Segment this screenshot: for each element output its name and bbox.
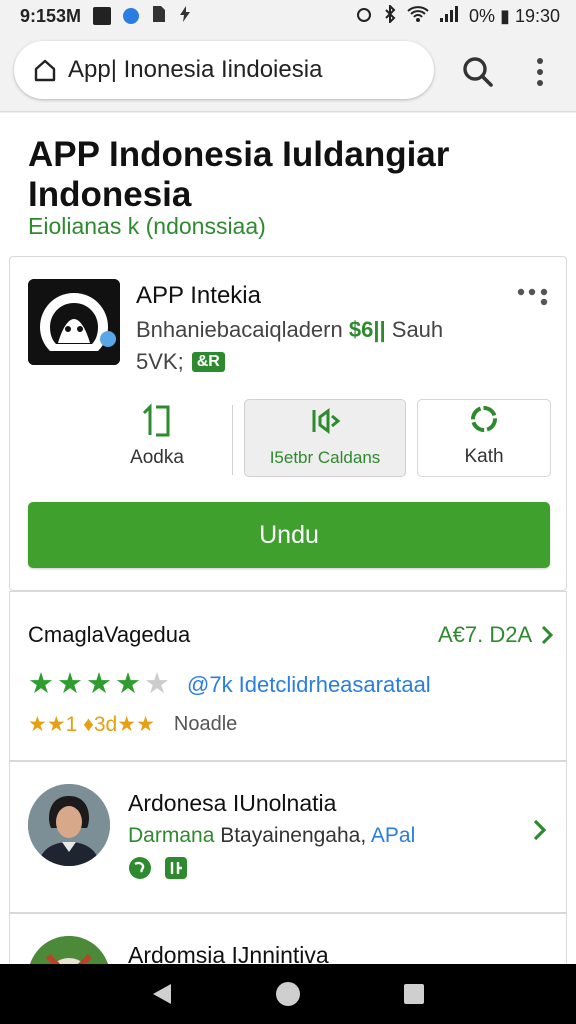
secondary-stars: ★★1 ♦3d★★ <box>28 713 155 736</box>
action-open[interactable]: Aodka <box>110 399 204 477</box>
url-text[interactable]: App| Inonesia Iindoiesia <box>68 56 322 84</box>
developer-meta-mid: Btayainengaha, <box>220 824 367 847</box>
home-icon[interactable] <box>34 58 56 82</box>
app-card: APP Intekia Bnhaniebacaiqladern $6|| Sau… <box>9 256 567 591</box>
chevron-right-icon[interactable] <box>532 818 548 842</box>
app-meta-text: Bnhaniebacaiqladern <box>136 317 343 342</box>
rating-badge: &R <box>191 352 225 372</box>
more-options-icon[interactable] <box>516 287 550 305</box>
badge-icon <box>165 857 187 879</box>
developer-meta-blue: APal <box>370 824 416 847</box>
search-icon[interactable] <box>460 54 496 90</box>
recents-icon[interactable] <box>403 983 425 1005</box>
page-title: APP Indonesia Iuldangiar Indonesia <box>28 135 450 214</box>
status-bar: 9:153M 0% ▮ 19:30 <box>0 0 576 32</box>
developer-avatar <box>28 784 110 866</box>
app-name: APP Intekia <box>136 282 261 309</box>
home-button-icon[interactable] <box>275 981 301 1007</box>
bluetooth-icon <box>383 3 397 28</box>
bolt-icon <box>179 5 191 27</box>
url-field[interactable]: App| Inonesia Iindoiesia <box>14 41 434 99</box>
developer-card[interactable]: Ardonesa IUnolnatia Darmana Btayainengah… <box>9 761 567 913</box>
ratings-card[interactable]: CmaglaVagedua A€7. D2A ★ ★ ★ ★ ★ @7k Ide… <box>9 591 567 761</box>
ratings-count[interactable]: @7k Idetclidrheasarataal <box>187 672 431 698</box>
system-nav-bar <box>0 964 576 1024</box>
volume-icon <box>312 408 341 434</box>
developer-name: Ardonesa IUnolnatia <box>128 790 337 816</box>
status-right-text: 0% ▮ 19:30 <box>469 5 560 26</box>
alarm-icon <box>355 5 373 28</box>
globe-icon <box>129 857 151 879</box>
ratings-link[interactable]: A€7. D2A <box>438 622 554 648</box>
ratings-link-text: A€7. D2A <box>438 622 533 647</box>
star-filled-icon: ★ <box>115 668 141 700</box>
page-content: APP Indonesia Iuldangiar Indonesia Eioli… <box>0 113 576 964</box>
action-share[interactable]: Kath <box>417 399 551 477</box>
chevron-right-icon <box>542 625 554 645</box>
signal-icon <box>439 5 459 28</box>
app-size-text: 5VK; <box>136 349 184 374</box>
refresh-icon <box>471 406 497 432</box>
overflow-menu-icon[interactable] <box>526 54 554 90</box>
action-open-label: Aodka <box>130 447 184 468</box>
back-icon[interactable] <box>151 982 173 1006</box>
star-rating: ★ ★ ★ ★ ★ @7k Idetclidrheasarataal <box>28 670 431 699</box>
chrome-icon <box>123 8 140 24</box>
install-button[interactable]: Undu <box>28 502 550 568</box>
star-filled-icon: ★ <box>57 668 83 700</box>
developer-meta: Darmana Btayainengaha, APal <box>128 824 415 848</box>
wifi-icon <box>407 5 429 28</box>
status-time: 9:153M <box>20 5 82 26</box>
app-meta-tail: Sauh <box>391 317 444 342</box>
page-subtitle[interactable]: Eiolianas k (ndonssiaa) <box>28 213 266 240</box>
developer-2-avatar <box>28 936 110 964</box>
developer-icons <box>128 856 188 880</box>
action-share-label: Kath <box>464 446 504 467</box>
star-filled-icon: ★ <box>86 668 112 700</box>
status-left: 9:153M <box>20 5 191 28</box>
star-filled-icon: ★ <box>28 668 54 700</box>
app-size: 5VK; &R <box>136 349 225 375</box>
action-wishlist-label: I5etbr Caldans <box>269 448 381 467</box>
developer-card-2[interactable]: Ardomsia IJnnintiva <box>9 913 567 964</box>
app-icon <box>28 279 120 365</box>
app-meta-highlight: $6|| <box>348 317 386 342</box>
app-meta: Bnhaniebacaiqladern $6|| Sauh <box>136 317 443 343</box>
developer-meta-green: Darmana <box>128 824 215 847</box>
browser-toolbar: App| Inonesia Iindoiesia <box>0 32 576 112</box>
ratings-title: CmaglaVagedua <box>28 622 191 647</box>
action-wishlist[interactable]: I5etbr Caldans <box>244 399 406 477</box>
share-icon <box>142 403 170 437</box>
status-right: 0% ▮ 19:30 <box>355 3 560 28</box>
video-icon <box>93 7 112 25</box>
secondary-note: Noadle <box>173 713 238 735</box>
developer-2-name: Ardomsia IJnnintiva <box>128 942 329 964</box>
action-divider <box>232 405 233 475</box>
star-empty-icon: ★ <box>144 668 170 700</box>
sim-icon <box>151 5 167 28</box>
secondary-rating: ★★1 ♦3d★★ Noadle <box>28 710 237 739</box>
